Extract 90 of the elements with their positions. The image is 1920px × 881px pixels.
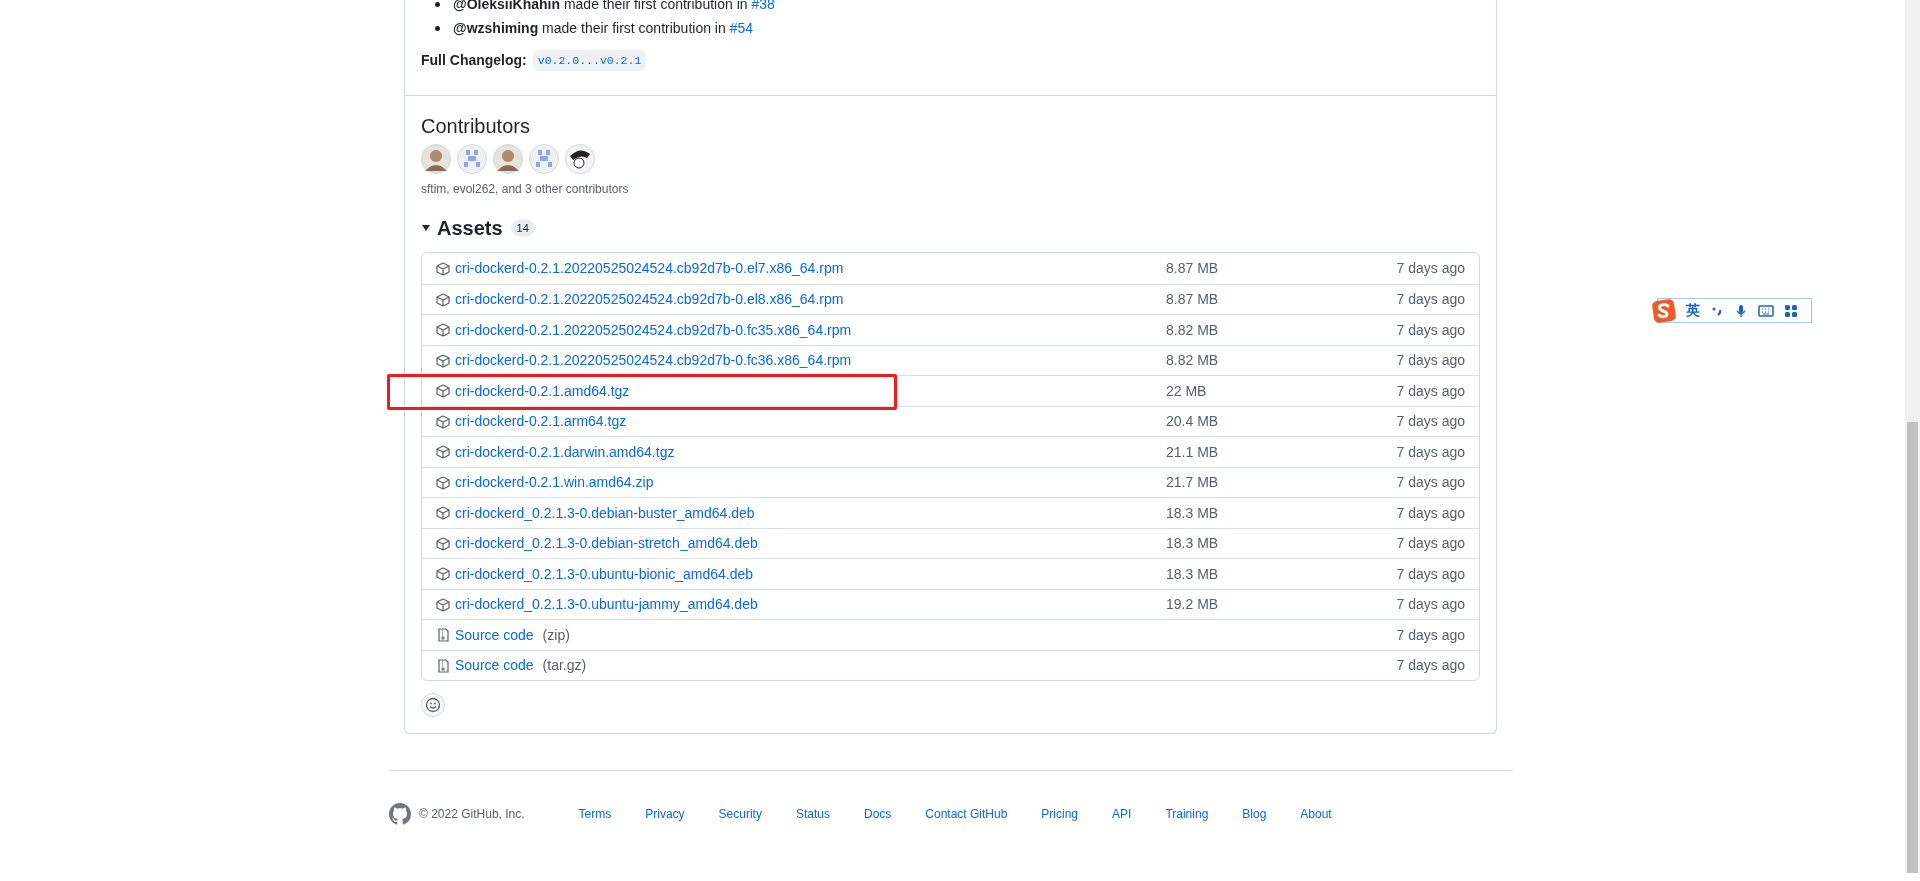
file-size: 21.7 MB: [1166, 474, 1219, 490]
asset-link[interactable]: cri-dockerd-0.2.1.win.amd64.zip: [455, 472, 654, 493]
bullet: [435, 2, 440, 7]
format-label: (zip): [542, 625, 570, 645]
github-logo-icon[interactable]: [389, 803, 411, 826]
package-icon: [436, 323, 450, 337]
add-reaction-button[interactable]: [421, 693, 445, 718]
date-label: 7 days ago: [1396, 595, 1465, 614]
asset-link[interactable]: cri-dockerd_0.2.1.3-0.debian-buster_amd64.deb: [455, 502, 755, 524]
asset-link[interactable]: cri-dockerd-0.2.1.amd64.tgz: [455, 380, 630, 402]
count-badge: 14: [510, 219, 535, 238]
footer-link[interactable]: Blog: [1242, 805, 1267, 824]
date-label: 7 days ago: [1396, 290, 1465, 309]
date-label: 7 days ago: [1396, 656, 1465, 675]
footer-link[interactable]: About: [1300, 805, 1332, 824]
language-toggle[interactable]: 英: [1686, 300, 1700, 321]
footer-link[interactable]: Training: [1165, 805, 1209, 824]
pr-link[interactable]: #38: [751, 0, 775, 12]
microphone-icon[interactable]: [1734, 303, 1748, 318]
package-icon: [436, 353, 450, 368]
file-size: 18.3 MB: [1166, 565, 1219, 582]
package-icon: [436, 445, 450, 459]
footer-link[interactable]: API: [1112, 805, 1132, 824]
file-size: 8.87 MB: [1166, 291, 1219, 307]
footer-link[interactable]: Pricing: [1041, 805, 1079, 824]
file-size: 8.82 MB: [1166, 352, 1219, 368]
date-label: 7 days ago: [1396, 381, 1465, 401]
package-icon: [436, 567, 450, 581]
asset-link[interactable]: Source code: [455, 624, 534, 646]
file-size: 19.2 MB: [1166, 596, 1219, 612]
file-size: 8.87 MB: [1166, 260, 1219, 276]
footer-link[interactable]: Contact GitHub: [925, 805, 1008, 824]
avatar[interactable]: [565, 144, 595, 175]
scrollbar-thumb[interactable]: [1907, 422, 1918, 873]
package-icon: [436, 292, 450, 307]
file-size: 8.82 MB: [1166, 321, 1219, 338]
package-icon: [436, 597, 450, 612]
bullet: [435, 26, 440, 31]
date-label: 7 days ago: [1396, 503, 1465, 523]
date-label: 7 days ago: [1396, 564, 1465, 584]
contribution-text: @wzshiming made their first contribution in #54: [453, 19, 753, 38]
footer-link[interactable]: Terms: [578, 805, 612, 824]
asset-link[interactable]: cri-dockerd-0.2.1.20220525024524.cb92d7b-0.el7.x86_64.rpm: [455, 258, 844, 279]
section-heading: Assets: [437, 216, 503, 242]
pr-link[interactable]: #54: [729, 20, 753, 36]
format-label: (tar.gz): [542, 656, 587, 675]
footer-link[interactable]: Privacy: [645, 805, 685, 824]
asset-link[interactable]: Source code: [455, 655, 534, 676]
asset-link[interactable]: cri-dockerd_0.2.1.3-0.ubuntu-jammy_amd64.deb: [455, 594, 758, 615]
copyright-text: © 2022 GitHub, Inc.: [419, 806, 525, 824]
contributors-summary: sftim, evol262, and 3 other contributors: [421, 181, 630, 199]
file-size: 18.3 MB: [1166, 535, 1219, 551]
smiley-icon: [425, 697, 441, 714]
file-size: 20.4 MB: [1166, 413, 1219, 429]
changelog-label: Full Changelog:: [421, 51, 527, 71]
package-icon: [436, 384, 450, 398]
input-method-logo-icon[interactable]: [1652, 298, 1676, 323]
date-label: 7 days ago: [1396, 442, 1465, 462]
date-label: 7 days ago: [1396, 259, 1465, 278]
package-icon: [436, 414, 450, 429]
keyboard-icon[interactable]: [1758, 303, 1774, 318]
asset-link[interactable]: cri-dockerd_0.2.1.3-0.debian-stretch_amd64.deb: [455, 533, 758, 554]
asset-link[interactable]: cri-dockerd-0.2.1.20220525024524.cb92d7b-0.el8.x86_64.rpm: [455, 289, 844, 310]
file-size: 18.3 MB: [1166, 504, 1219, 521]
asset-link[interactable]: cri-dockerd-0.2.1.20220525024524.cb92d7b-0.fc35.x86_64.rpm: [455, 319, 852, 341]
file-size: 21.1 MB: [1166, 443, 1219, 460]
grid-icon[interactable]: [1784, 303, 1798, 318]
package-icon: [436, 506, 450, 520]
asset-link[interactable]: cri-dockerd-0.2.1.20220525024524.cb92d7b-0.fc36.x86_64.rpm: [455, 350, 852, 371]
date-label: 7 days ago: [1396, 351, 1465, 370]
section-heading: Contributors: [421, 114, 531, 140]
footer-link[interactable]: Security: [718, 805, 762, 824]
changelog-link[interactable]: v0.2.0...v0.2.1: [532, 50, 647, 72]
package-icon: [436, 261, 450, 276]
asset-link[interactable]: cri-dockerd_0.2.1.3-0.ubuntu-bionic_amd64.deb: [455, 563, 754, 585]
asset-link[interactable]: cri-dockerd-0.2.1.darwin.amd64.tgz: [455, 441, 675, 463]
date-label: 7 days ago: [1396, 473, 1465, 492]
file-size: 22 MB: [1166, 382, 1207, 399]
footer-link[interactable]: Docs: [863, 805, 892, 824]
date-label: 7 days ago: [1396, 320, 1465, 340]
asset-link[interactable]: cri-dockerd-0.2.1.arm64.tgz: [455, 411, 627, 432]
scrollbar[interactable]: [1905, 0, 1920, 873]
date-label: 7 days ago: [1396, 625, 1465, 645]
package-icon: [436, 475, 450, 490]
file-zip-icon: [436, 658, 450, 673]
file-zip-icon: [436, 628, 450, 642]
date-label: 7 days ago: [1396, 412, 1465, 431]
date-label: 7 days ago: [1396, 534, 1465, 553]
footer-link[interactable]: Status: [795, 805, 830, 824]
package-icon: [436, 536, 450, 551]
